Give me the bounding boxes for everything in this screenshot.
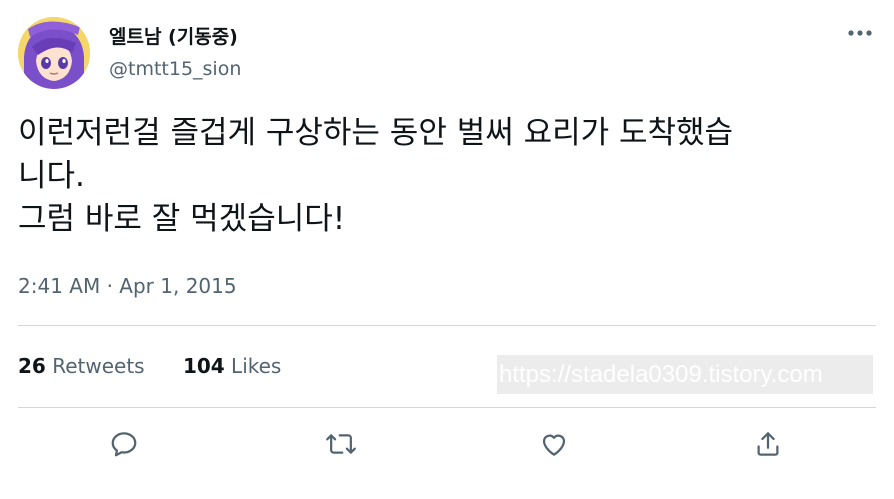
display-name[interactable]: 엘트남 (기동중) (109, 22, 238, 49)
retweets-stat[interactable]: 26 Retweets (18, 354, 145, 378)
timestamp-separator: · (106, 274, 113, 298)
tweet-text: 이런저런걸 즐겁게 구상하는 동안 벌써 요리가 도착했습 니다. 그럼 바로 … (18, 115, 734, 237)
divider (18, 325, 876, 326)
more-options-button[interactable] (845, 18, 875, 48)
retweet-icon (326, 434, 356, 454)
tweet-stats: 26 Retweets 104 Likes (18, 354, 313, 378)
tweet-date[interactable]: Apr 1, 2015 (119, 274, 236, 298)
user-handle[interactable]: @tmtt15_sion (109, 58, 241, 80)
avatar[interactable] (18, 17, 90, 89)
reply-icon (111, 432, 137, 457)
tweet-time[interactable]: 2:41 AM (18, 274, 100, 298)
reply-button[interactable] (104, 424, 144, 464)
watermark-text: https://stadela0309.tistory.com (499, 361, 823, 388)
retweets-label: Retweets (52, 354, 145, 378)
likes-label: Likes (231, 354, 282, 378)
retweets-count: 26 (18, 354, 46, 378)
share-button[interactable] (748, 424, 788, 464)
more-icon (848, 30, 872, 36)
avatar-image (18, 17, 90, 89)
likes-count: 104 (182, 354, 225, 378)
retweet-button[interactable] (321, 424, 361, 464)
share-icon (757, 432, 779, 456)
tweet-timestamp: 2:41 AM · Apr 1, 2015 (18, 274, 237, 298)
like-icon (542, 434, 566, 456)
like-button[interactable] (534, 424, 574, 464)
likes-stat[interactable]: 104 Likes (183, 354, 281, 378)
divider (18, 407, 876, 408)
